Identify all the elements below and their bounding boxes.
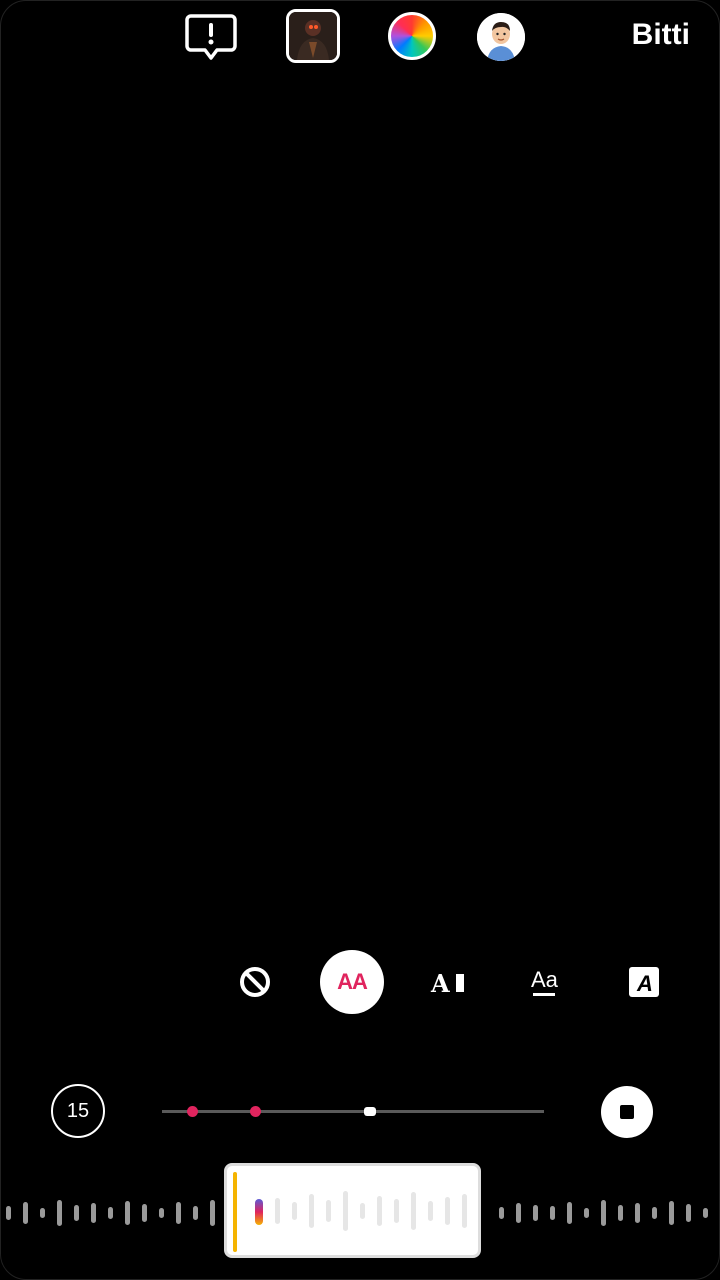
waveform-bar (703, 1208, 708, 1218)
duration-button[interactable]: 15 (51, 1084, 105, 1138)
waveform-bar (499, 1207, 504, 1219)
waveform-bar (550, 1206, 555, 1220)
style-classic-label: AA (337, 969, 368, 994)
waveform-bar (584, 1208, 589, 1218)
stop-icon[interactable] (601, 1086, 653, 1138)
music-scrubber[interactable] (224, 1163, 481, 1258)
waveform-bar (533, 1205, 538, 1221)
scrubber-bar (394, 1199, 399, 1223)
waveform-bar (23, 1202, 28, 1224)
style-boxed-label: A (636, 971, 653, 996)
waveform-bar (618, 1205, 623, 1221)
timeline-track[interactable] (162, 1106, 544, 1117)
waveform-bar (6, 1206, 11, 1220)
waveform-bar (193, 1206, 198, 1220)
text-style-bar: AA A Aa A (0, 950, 720, 1014)
screen-frame (0, 0, 720, 1280)
scrubber-bar (309, 1194, 314, 1228)
style-underline-button[interactable]: Aa (515, 950, 579, 1014)
scrubber-bar (275, 1198, 280, 1224)
waveform-bar (669, 1201, 674, 1225)
style-bold-bar-button[interactable]: A (418, 950, 482, 1014)
style-classic-button[interactable]: AA (320, 950, 384, 1014)
ban-icon[interactable] (223, 950, 287, 1014)
waveform-bar (91, 1203, 96, 1223)
scrubber-waveform (255, 1191, 467, 1231)
scrubber-bar (445, 1197, 450, 1225)
waveform-bar (210, 1200, 215, 1226)
waveform-bar (176, 1202, 181, 1224)
waveform-bar (40, 1208, 45, 1218)
timeline-marker[interactable] (250, 1106, 261, 1117)
color-wheel-icon[interactable] (388, 12, 436, 60)
scrubber-bar (360, 1203, 365, 1219)
waveform-bar (159, 1208, 164, 1218)
sticker-thumbnail[interactable] (286, 9, 340, 63)
waveform-bar (142, 1204, 147, 1222)
avatar-icon[interactable] (477, 13, 525, 61)
top-toolbar: Bitti (0, 0, 720, 80)
timeline-handle[interactable] (364, 1107, 376, 1116)
scrubber-bar (343, 1191, 348, 1231)
waveform-bar (516, 1203, 521, 1223)
waveform-bar (601, 1200, 606, 1226)
timeline-marker[interactable] (187, 1106, 198, 1117)
waveform-bar (635, 1203, 640, 1223)
scrubber-bar (411, 1192, 416, 1230)
style-bold-bar-label: A (430, 969, 450, 996)
playhead-marker (255, 1199, 263, 1225)
waveform-bar (108, 1207, 113, 1219)
style-underline-label: Aa (531, 967, 559, 992)
waveform-bar (74, 1205, 79, 1221)
waveform-bar (57, 1200, 62, 1226)
waveform-bar (125, 1201, 130, 1225)
style-boxed-button[interactable]: A (612, 950, 676, 1014)
scrubber-bar (292, 1202, 297, 1220)
scrubber-bar (428, 1201, 433, 1221)
scrubber-bar (326, 1200, 331, 1222)
scrubber-bar (462, 1194, 467, 1228)
waveform-bar (652, 1207, 657, 1219)
done-button[interactable]: Bitti (632, 18, 690, 52)
exclamation-bubble-icon[interactable] (184, 10, 240, 66)
scrubber-bar (377, 1196, 382, 1226)
waveform-bar (567, 1202, 572, 1224)
waveform-bar (686, 1204, 691, 1222)
